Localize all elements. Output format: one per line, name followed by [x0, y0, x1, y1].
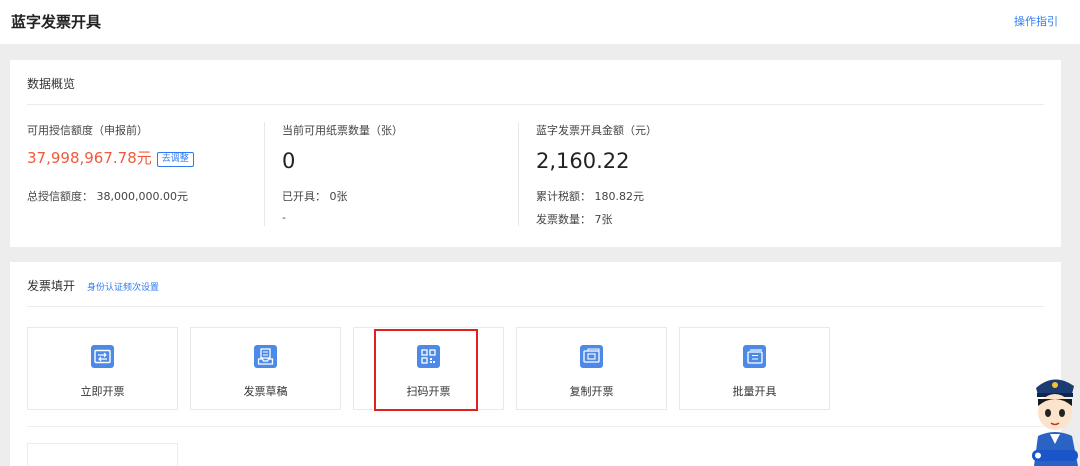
tile-copy-invoice[interactable]: 复制开票 [516, 327, 667, 410]
data-overview-card: 数据概览 可用授信额度（申报前） 37,998,967.78元 去调整 总授信额度… [10, 60, 1061, 247]
column-separator [518, 122, 519, 226]
blue-invoice-value: 2,160.22 [536, 149, 630, 173]
credit-value: 37,998,967.78元 [27, 149, 152, 167]
adjust-button[interactable]: 去调整 [156, 152, 194, 167]
auth-frequency-link[interactable]: 身份认证频次设置 [87, 280, 159, 293]
total-credit-row: 总授信额度： 38,000,000.00元 [27, 188, 188, 204]
tile-scan-code[interactable]: 扫码开票 [353, 327, 504, 410]
invoice-count-label: 发票数量： [536, 213, 591, 226]
tile-label: 扫码开票 [406, 385, 451, 398]
tile-drafts[interactable]: 发票草稿 [190, 327, 341, 410]
credit-label: 可用授信额度（申报前） [27, 124, 148, 137]
total-credit-label: 总授信额度： [27, 190, 93, 203]
paper-issued-label: 已开具： [282, 190, 326, 203]
invoice-count-value: 7张 [594, 213, 613, 226]
operation-guide-link[interactable]: 操作指引 [1014, 13, 1058, 29]
paper-extra: - [282, 211, 286, 224]
blue-invoice-label: 蓝字发票开具金额（元） [536, 124, 657, 137]
blue-invoice-stat: 蓝字发票开具金额（元） 2,160.22 [536, 122, 657, 172]
tax-row: 累计税额： 180.82元 [536, 188, 644, 204]
column-separator [264, 122, 265, 226]
batch-ticket-icon [743, 345, 766, 368]
qr-code-icon [417, 345, 440, 368]
draft-tray-icon [254, 345, 277, 368]
tile-batch-issue[interactable]: 批量开具 [679, 327, 830, 410]
paper-stat: 当前可用纸票数量（张） 0 [282, 122, 403, 172]
page-title: 蓝字发票开具 [11, 13, 102, 31]
tile-label: 批量开具 [732, 385, 777, 398]
partial-tile [27, 443, 178, 466]
tax-label: 累计税额： [536, 190, 591, 203]
paper-issued-row: 已开具： 0张 [282, 188, 348, 204]
tile-issue-now[interactable]: 立即开票 [27, 327, 178, 410]
tile-label: 复制开票 [569, 385, 614, 398]
tile-label: 立即开票 [80, 385, 125, 398]
tile-label: 发票草稿 [243, 385, 288, 398]
overview-divider [27, 104, 1044, 105]
tax-officer-mascot-icon [1028, 368, 1080, 466]
invoice-fill-card: 发票填开 身份认证频次设置 立即开票 发票草稿 扫码开票 复制开票 批量开具 [10, 262, 1061, 466]
top-bar: 蓝字发票开具 操作指引 [0, 0, 1080, 44]
credit-value-row: 37,998,967.78元 去调整 [27, 148, 194, 168]
paper-label: 当前可用纸票数量（张） [282, 124, 403, 137]
paper-value: 0 [282, 149, 296, 173]
invoice-divider [27, 306, 1044, 307]
overview-title: 数据概览 [27, 77, 76, 91]
copy-ticket-icon [580, 345, 603, 368]
invoice-count-row: 发票数量： 7张 [536, 211, 613, 227]
section-divider [27, 426, 1044, 427]
tax-value: 180.82元 [594, 190, 645, 203]
invoice-arrows-icon [91, 345, 114, 368]
invoice-section-title: 发票填开 [27, 279, 76, 293]
credit-stat: 可用授信额度（申报前） 37,998,967.78元 去调整 [27, 122, 194, 168]
total-credit-value: 38,000,000.00元 [96, 190, 188, 203]
paper-issued-value: 0张 [329, 190, 348, 203]
